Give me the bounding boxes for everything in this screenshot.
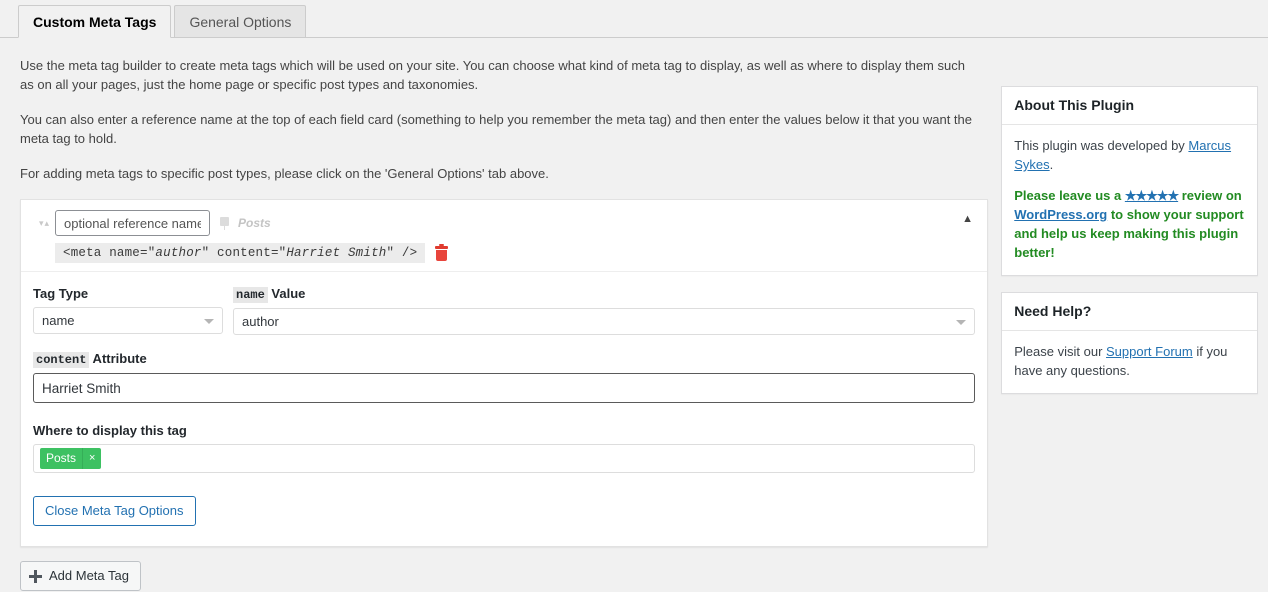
add-meta-tag-button[interactable]: Add Meta Tag bbox=[20, 561, 141, 591]
preview-mid: " content=" bbox=[202, 246, 287, 260]
plus-icon bbox=[29, 570, 42, 583]
attribute-input[interactable] bbox=[33, 373, 975, 403]
tag-type-field-group: Tag Type bbox=[33, 286, 223, 335]
need-help-body: Please visit our Support Forum if you ha… bbox=[1002, 331, 1257, 393]
tab-custom-meta-tags[interactable]: Custom Meta Tags bbox=[18, 5, 171, 38]
star-rating-link[interactable]: ★★★★★ bbox=[1125, 188, 1178, 203]
support-text-prefix: Please visit our bbox=[1014, 344, 1106, 359]
chip-posts[interactable]: Posts × bbox=[40, 448, 101, 469]
tab-bar: Custom Meta Tags General Options bbox=[0, 0, 1268, 38]
delete-meta-tag-icon[interactable] bbox=[435, 246, 448, 261]
developer-credit: This plugin was developed by Marcus Syke… bbox=[1014, 136, 1245, 174]
value-input[interactable] bbox=[233, 308, 975, 335]
need-help-box: Need Help? Please visit our Support Foru… bbox=[1001, 292, 1258, 394]
where-to-display-label: Where to display this tag bbox=[33, 423, 975, 438]
add-meta-tag-label: Add Meta Tag bbox=[49, 567, 129, 585]
preview-close: " /> bbox=[386, 246, 417, 260]
meta-tag-preview: <meta name="author" content="Harriet Smi… bbox=[55, 243, 425, 263]
tag-type-select[interactable] bbox=[33, 307, 223, 334]
value-label-text: Value bbox=[268, 286, 306, 301]
where-to-display-field[interactable]: Posts × bbox=[33, 444, 975, 473]
preview-tag-type: author bbox=[155, 246, 201, 260]
support-forum-link[interactable]: Support Forum bbox=[1106, 344, 1193, 359]
intro-paragraph-3: For adding meta tags to specific post ty… bbox=[20, 164, 980, 183]
meta-tag-card-body: Tag Type name Value bbox=[21, 272, 987, 546]
review-request: Please leave us a ★★★★★ review on WordPr… bbox=[1014, 186, 1245, 262]
post-type-label: Posts bbox=[238, 216, 271, 230]
reference-name-input[interactable] bbox=[55, 210, 210, 236]
developer-credit-suffix: . bbox=[1050, 157, 1054, 172]
tag-type-label: Tag Type bbox=[33, 286, 223, 301]
developer-credit-prefix: This plugin was developed by bbox=[1014, 138, 1188, 153]
pin-icon bbox=[220, 217, 230, 230]
attribute-field-group: content Attribute bbox=[33, 351, 975, 403]
intro-paragraph-1: Use the meta tag builder to create meta … bbox=[20, 56, 980, 94]
review-text-1: Please leave us a bbox=[1014, 188, 1125, 203]
trash-lid bbox=[435, 246, 448, 249]
about-plugin-title: About This Plugin bbox=[1002, 87, 1257, 125]
intro-paragraph-2: You can also enter a reference name at t… bbox=[20, 110, 980, 148]
about-plugin-body: This plugin was developed by Marcus Syke… bbox=[1002, 125, 1257, 275]
about-plugin-box: About This Plugin This plugin was develo… bbox=[1001, 86, 1258, 276]
support-text: Please visit our Support Forum if you ha… bbox=[1014, 342, 1245, 380]
attribute-label: content Attribute bbox=[33, 351, 975, 367]
chip-label: Posts bbox=[40, 448, 82, 469]
meta-tag-card: ▾ ▴ Posts ▲ <meta name="author" content=… bbox=[20, 199, 988, 547]
close-meta-tag-options-button[interactable]: Close Meta Tag Options bbox=[33, 496, 196, 526]
attribute-label-code: content bbox=[33, 352, 89, 368]
review-text-2: review on bbox=[1178, 188, 1242, 203]
move-down-icon[interactable]: ▾ bbox=[39, 219, 44, 228]
intro-text: Use the meta tag builder to create meta … bbox=[20, 38, 995, 183]
meta-tag-card-header: ▾ ▴ Posts ▲ <meta name="author" content=… bbox=[21, 200, 987, 272]
trash-can bbox=[436, 250, 447, 261]
chip-remove-icon[interactable]: × bbox=[82, 448, 101, 469]
preview-open: <meta name=" bbox=[63, 246, 155, 260]
need-help-title: Need Help? bbox=[1002, 293, 1257, 331]
attribute-label-text: Attribute bbox=[89, 351, 146, 366]
value-label-code: name bbox=[233, 287, 268, 303]
where-to-display-group: Where to display this tag Posts × bbox=[33, 423, 975, 473]
collapse-card-icon[interactable]: ▲ bbox=[962, 214, 973, 225]
tab-general-options[interactable]: General Options bbox=[174, 5, 306, 38]
wordpress-org-link[interactable]: WordPress.org bbox=[1014, 207, 1107, 222]
preview-content: Harriet Smith bbox=[286, 246, 386, 260]
value-field-group: name Value bbox=[233, 286, 975, 335]
page-body: Use the meta tag builder to create meta … bbox=[0, 38, 1268, 592]
reorder-handle[interactable]: ▾ ▴ bbox=[33, 219, 55, 228]
sidebar: About This Plugin This plugin was develo… bbox=[1001, 38, 1258, 410]
move-up-icon[interactable]: ▴ bbox=[45, 219, 50, 228]
value-label: name Value bbox=[233, 286, 975, 302]
main-column: Use the meta tag builder to create meta … bbox=[0, 38, 995, 592]
